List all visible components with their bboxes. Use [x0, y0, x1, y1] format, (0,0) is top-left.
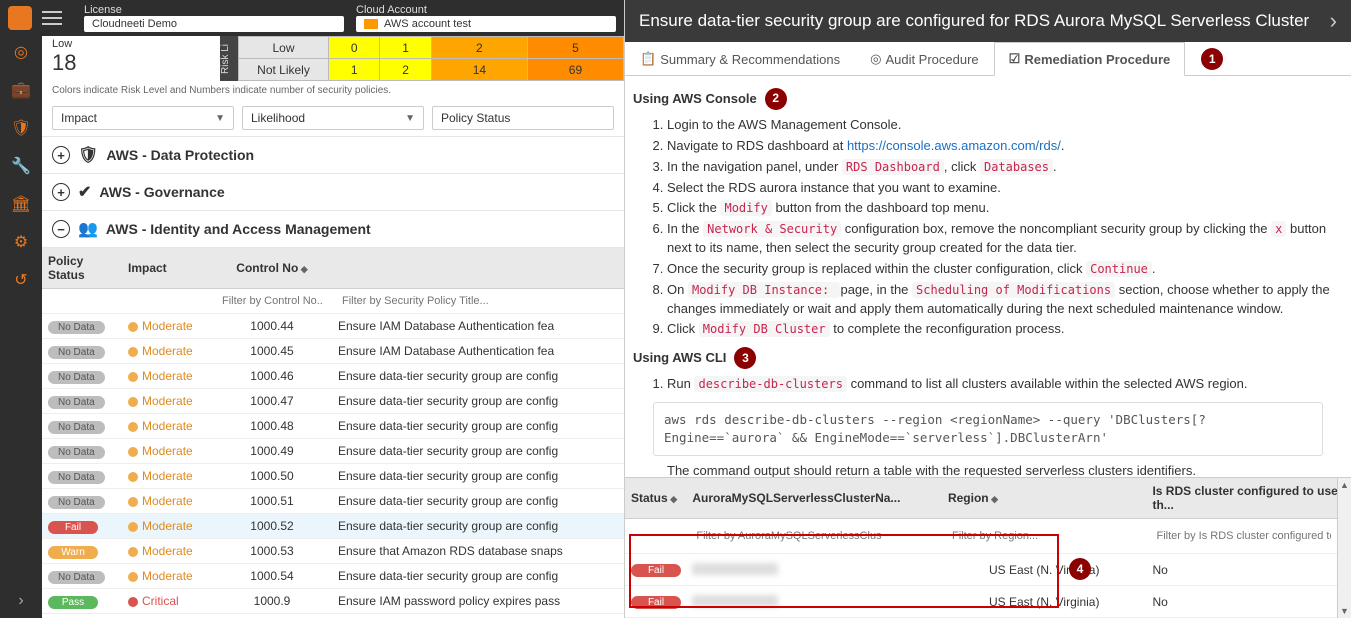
risk-axis-label: Risk Li — [220, 36, 238, 81]
policy-row[interactable]: No DataModerate1000.46Ensure data-tier s… — [42, 364, 624, 389]
callout-3: 3 — [734, 347, 756, 369]
license-select[interactable]: Cloudneeti Demo — [84, 16, 344, 32]
code-block: aws rds describe-db-clusters --region <r… — [653, 402, 1323, 456]
nav-key-icon[interactable]: 🔧 — [11, 156, 31, 176]
risk-summary: Low 18 — [42, 36, 220, 81]
filter-cluster-name[interactable] — [692, 527, 923, 545]
result-row[interactable]: Failredacted clusterUS East (N. Virginia… — [625, 586, 1351, 618]
filter-control-no[interactable] — [218, 292, 326, 310]
tab-content: Using AWS Console 2 Login to the AWS Man… — [625, 76, 1351, 477]
result-row[interactable]: Failredacted clusterUS East (N. Virginia… — [625, 554, 1351, 586]
policy-row[interactable]: WarnModerate1000.53Ensure that Amazon RD… — [42, 539, 624, 564]
callout-4: 4 — [1069, 558, 1091, 580]
doc-link[interactable]: https://console.aws.amazon.com/rds/ — [847, 138, 1061, 153]
details-panel: Ensure data-tier security group are conf… — [624, 0, 1351, 618]
main-panel: Low 18 Risk Li Low0125Not Likely121469 C… — [42, 36, 624, 618]
results-scrollbar[interactable]: ▲▼ — [1337, 478, 1351, 618]
risk-heatmap: Low0125Not Likely121469 — [238, 36, 624, 81]
nav-briefcase-icon[interactable]: 💼 — [11, 80, 31, 100]
sidebar: ◎ 💼 🛡 🔧 🏛 ⚙ ↺ › — [0, 36, 42, 618]
nav-bank-icon[interactable]: 🏛 — [11, 194, 31, 214]
license-field: License Cloudneeti Demo — [84, 4, 344, 32]
policy-row[interactable]: No DataModerate1000.45Ensure IAM Databas… — [42, 339, 624, 364]
tab-summary[interactable]: 📋 Summary & Recommendations — [625, 42, 855, 75]
details-header: Ensure data-tier security group are conf… — [625, 0, 1351, 42]
legend-note: Colors indicate Risk Level and Numbers i… — [42, 81, 624, 100]
policy-row[interactable]: No DataModerate1000.50Ensure data-tier s… — [42, 464, 624, 489]
results-table: Status AuroraMySQLServerlessClusterNa...… — [625, 478, 1351, 618]
close-panel-icon[interactable]: › — [1330, 8, 1337, 34]
policy-row[interactable]: FailModerate1000.52Ensure data-tier secu… — [42, 514, 624, 539]
callout-2: 2 — [765, 88, 787, 110]
app-logo — [8, 6, 32, 30]
col-status[interactable]: Status — [625, 478, 686, 519]
policy-row[interactable]: No DataModerate1000.47Ensure data-tier s… — [42, 389, 624, 414]
col-region[interactable]: Region — [942, 478, 1147, 519]
filter-region[interactable] — [948, 527, 1131, 545]
callout-1: 1 — [1201, 48, 1223, 70]
col-cluster-name[interactable]: AuroraMySQLServerlessClusterNa... — [686, 478, 942, 519]
filter-status[interactable]: Policy Status — [432, 106, 614, 130]
filter-impact[interactable]: Impact▼ — [52, 106, 234, 130]
menu-toggle-icon[interactable] — [42, 11, 62, 25]
category-header[interactable]: +⚛AWS - Networking — [42, 614, 624, 618]
filter-configured[interactable] — [1152, 527, 1335, 545]
policy-row[interactable]: No DataModerate1000.51Ensure data-tier s… — [42, 489, 624, 514]
policy-row[interactable]: No DataModerate1000.48Ensure data-tier s… — [42, 414, 624, 439]
filter-policy-title[interactable] — [338, 292, 618, 310]
policies-list: +🛡AWS - Data Protection+✔AWS - Governanc… — [42, 136, 624, 618]
results-wrap: Status AuroraMySQLServerlessClusterNa...… — [625, 477, 1351, 618]
policy-row[interactable]: PassCritical1000.9Ensure IAM password po… — [42, 589, 624, 614]
nav-history-icon[interactable]: ↺ — [14, 270, 27, 290]
policy-row[interactable]: No DataModerate1000.49Ensure data-tier s… — [42, 439, 624, 464]
category-header[interactable]: −👥AWS - Identity and Access Management — [42, 211, 624, 248]
tab-remediation[interactable]: ☑ Remediation Procedure — [994, 42, 1186, 76]
filter-likelihood[interactable]: Likelihood▼ — [242, 106, 424, 130]
nav-dashboard-icon[interactable]: ◎ — [14, 42, 28, 62]
account-select[interactable]: AWS account test — [356, 16, 616, 32]
category-header[interactable]: +🛡AWS - Data Protection — [42, 137, 624, 174]
sidebar-expand-icon[interactable]: › — [18, 592, 23, 610]
policy-row[interactable]: No DataModerate1000.54Ensure data-tier s… — [42, 564, 624, 589]
details-tabs: 📋 Summary & Recommendations ◎ Audit Proc… — [625, 42, 1351, 76]
policy-row[interactable]: No DataModerate1000.44Ensure IAM Databas… — [42, 314, 624, 339]
tab-audit[interactable]: ◎ Audit Procedure — [855, 42, 994, 75]
nav-gear-icon[interactable]: ⚙ — [14, 232, 28, 252]
category-header[interactable]: +✔AWS - Governance — [42, 174, 624, 211]
account-field: Cloud Account AWS account test — [356, 4, 616, 32]
col-configured[interactable]: Is RDS cluster configured to use th... — [1146, 478, 1351, 519]
nav-shield-icon[interactable]: 🛡 — [11, 118, 31, 138]
